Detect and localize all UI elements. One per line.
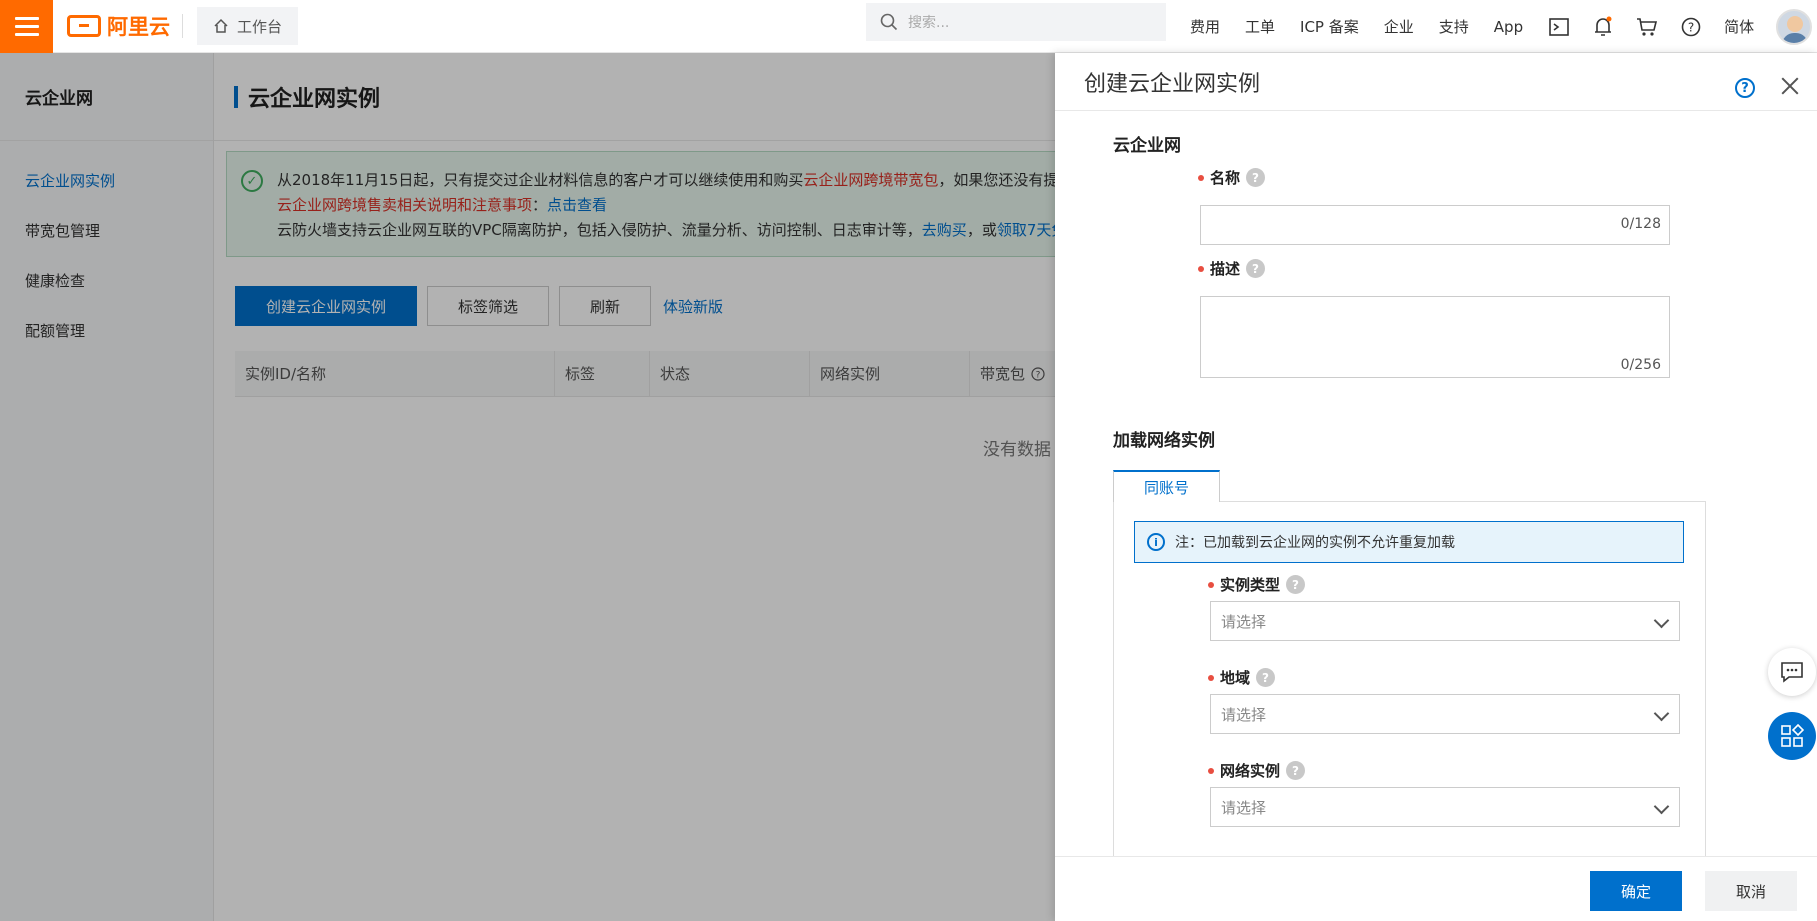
section-title-attach: 加载网络实例 xyxy=(1113,431,1215,451)
home-icon xyxy=(214,18,228,33)
help-icon[interactable]: ? xyxy=(1286,575,1306,594)
help-icon[interactable]: ? xyxy=(1256,668,1276,687)
language-switch[interactable]: 简体 xyxy=(1724,16,1754,37)
workbench-label: 工作台 xyxy=(237,17,283,36)
select-placeholder: 请选择 xyxy=(1221,798,1267,817)
required-dot xyxy=(1198,174,1204,181)
required-dot xyxy=(1198,265,1204,272)
required-dot xyxy=(1208,581,1214,588)
chat-button[interactable] xyxy=(1768,648,1816,696)
workbench-button[interactable]: 工作台 xyxy=(197,7,299,45)
cart-icon[interactable] xyxy=(1636,16,1658,38)
help-icon[interactable]: ? xyxy=(1286,761,1306,780)
search-input[interactable]: 搜索... xyxy=(908,12,949,32)
aliyun-logo-icon xyxy=(67,15,101,37)
cancel-button[interactable]: 取消 xyxy=(1705,871,1797,911)
tab-same-account[interactable]: 同账号 xyxy=(1113,470,1220,502)
top-nav: 费用 工单 ICP 备案 企业 支持 App ? 简体 xyxy=(1190,0,1813,53)
avatar[interactable] xyxy=(1776,8,1813,45)
description-label: 描述 ? xyxy=(1198,258,1266,279)
info-note: i 注：已加载到云企业网的实例不允许重复加载 xyxy=(1134,521,1684,563)
network-instance-label: 网络实例 ? xyxy=(1208,760,1306,781)
nav-app[interactable]: App xyxy=(1494,18,1523,36)
region-select[interactable]: 请选择 xyxy=(1210,694,1680,734)
instance-type-select[interactable]: 请选择 xyxy=(1210,601,1680,641)
name-label: 名称 ? xyxy=(1198,167,1266,188)
network-instance-select[interactable]: 请选择 xyxy=(1210,787,1680,827)
bell-icon[interactable] xyxy=(1592,16,1614,38)
select-placeholder: 请选择 xyxy=(1221,612,1267,631)
info-note-text: 注：已加载到云企业网的实例不允许重复加载 xyxy=(1175,535,1455,551)
apps-button[interactable] xyxy=(1768,712,1816,760)
create-cen-drawer: 创建云企业网实例 ? 云企业网 名称 ? 0/128 描述 ? 0/256 加载… xyxy=(1055,53,1817,921)
help-icon[interactable]: ? xyxy=(1246,168,1266,187)
region-label-text: 地域 xyxy=(1220,669,1251,687)
drawer-header: 创建云企业网实例 ? xyxy=(1055,53,1817,111)
brand-name: 阿里云 xyxy=(107,15,170,39)
menu-icon[interactable] xyxy=(0,0,53,53)
apps-grid-icon xyxy=(1781,724,1804,747)
search-box[interactable]: 搜索... xyxy=(866,3,1166,41)
brand-logo[interactable]: 阿里云 xyxy=(67,11,170,41)
required-dot xyxy=(1208,674,1214,681)
description-char-counter: 0/256 xyxy=(1620,357,1661,373)
close-icon[interactable] xyxy=(1777,73,1803,99)
name-char-counter: 0/128 xyxy=(1620,216,1661,232)
help-icon[interactable]: ? xyxy=(1735,78,1755,98)
search-icon xyxy=(880,13,898,31)
svg-text:?: ? xyxy=(1688,20,1694,34)
region-label: 地域 ? xyxy=(1208,667,1276,688)
drawer-footer: 确定 取消 xyxy=(1055,856,1817,921)
terminal-icon[interactable] xyxy=(1548,16,1570,38)
nav-support[interactable]: 支持 xyxy=(1439,16,1469,37)
help-icon[interactable]: ? xyxy=(1680,16,1702,38)
name-input[interactable]: 0/128 xyxy=(1200,205,1670,245)
description-textarea[interactable]: 0/256 xyxy=(1200,296,1670,378)
chevron-down-icon xyxy=(1653,705,1670,722)
select-placeholder: 请选择 xyxy=(1221,705,1267,724)
network-instance-label-text: 网络实例 xyxy=(1220,762,1281,780)
top-bar: 阿里云 工作台 搜索... 费用 工单 ICP 备案 企业 支持 App ? 简… xyxy=(0,0,1817,53)
description-label-text: 描述 xyxy=(1210,260,1241,278)
help-icon[interactable]: ? xyxy=(1246,259,1266,278)
nav-tickets[interactable]: 工单 xyxy=(1245,16,1275,37)
chevron-down-icon xyxy=(1653,612,1670,629)
divider xyxy=(182,14,183,38)
drawer-title: 创建云企业网实例 xyxy=(1084,71,1261,97)
instance-type-label-text: 实例类型 xyxy=(1220,576,1281,594)
confirm-button[interactable]: 确定 xyxy=(1590,871,1682,911)
instance-type-label: 实例类型 ? xyxy=(1208,574,1306,595)
info-icon: i xyxy=(1147,533,1165,551)
nav-fees[interactable]: 费用 xyxy=(1190,16,1220,37)
section-title-cen: 云企业网 xyxy=(1113,136,1181,156)
name-label-text: 名称 xyxy=(1210,169,1241,187)
nav-icp[interactable]: ICP 备案 xyxy=(1300,16,1359,37)
chevron-down-icon xyxy=(1653,798,1670,815)
nav-enterprise[interactable]: 企业 xyxy=(1384,16,1414,37)
required-dot xyxy=(1208,767,1214,774)
chat-icon xyxy=(1781,662,1803,683)
